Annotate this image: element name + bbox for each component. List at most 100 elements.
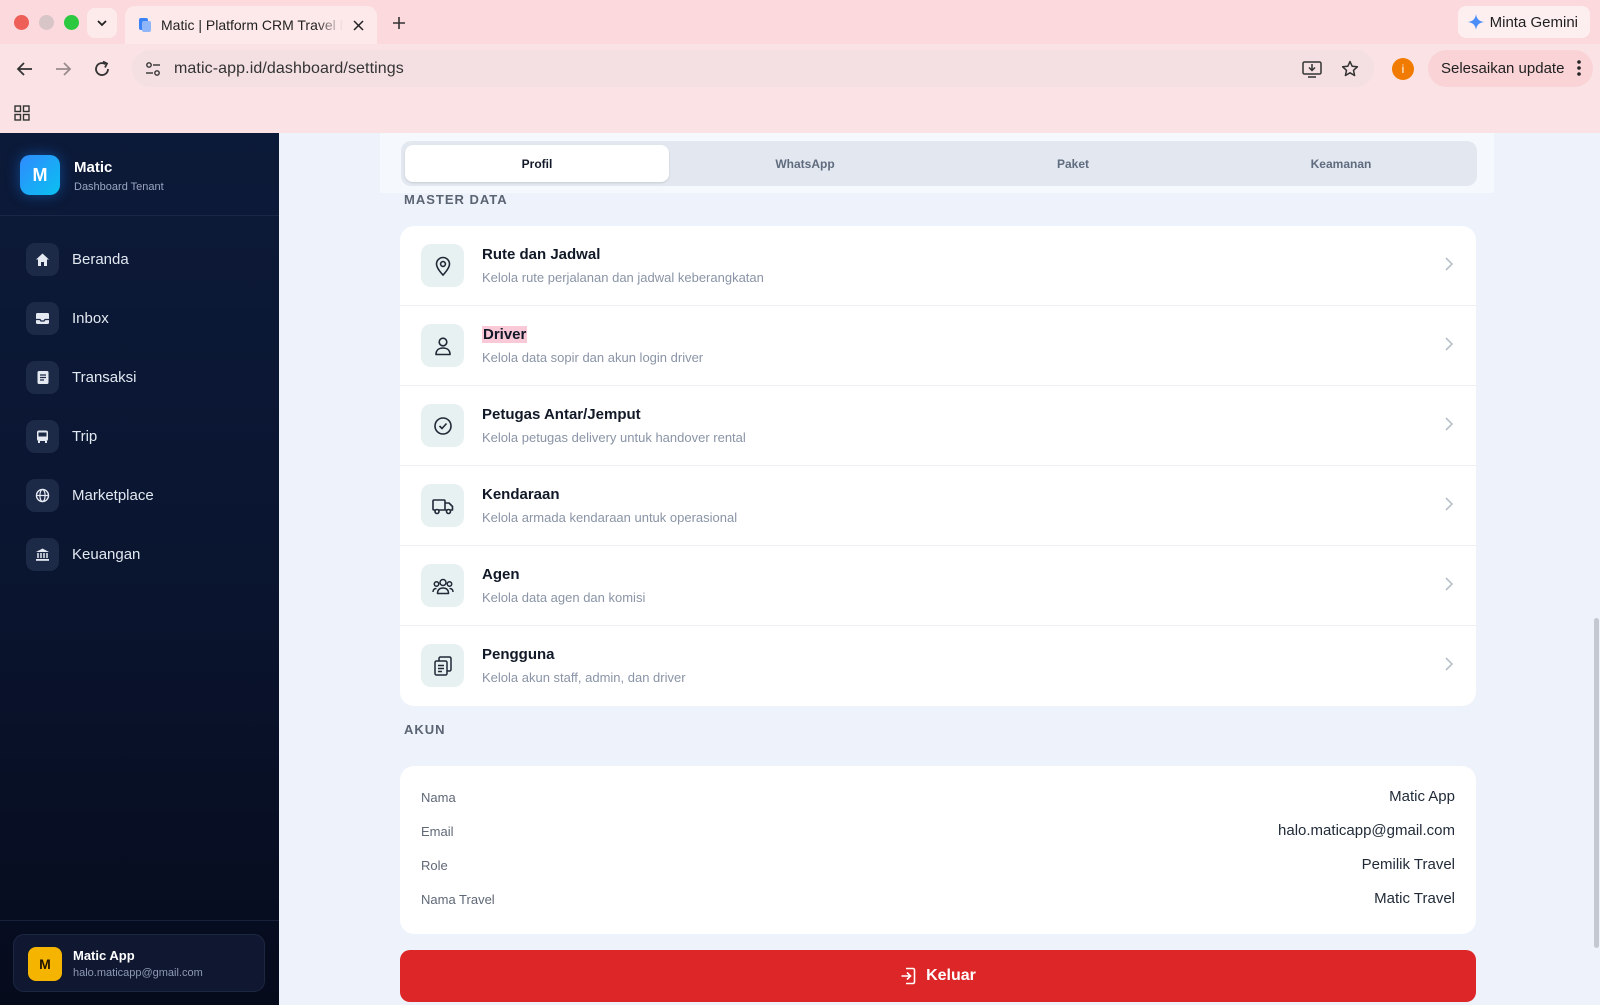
row-subtitle: Kelola data agen dan komisi: [482, 590, 646, 605]
settings-tabs: Profil WhatsApp Paket Keamanan: [401, 141, 1477, 186]
chevron-down-icon: [97, 20, 107, 27]
sparkle-icon: [1467, 14, 1484, 30]
sidebar-item-transaksi[interactable]: Transaksi: [0, 355, 279, 399]
page-scrollbar[interactable]: [1592, 133, 1600, 1005]
tab-keamanan[interactable]: Keamanan: [1209, 145, 1473, 182]
scrollbar-thumb[interactable]: [1594, 618, 1599, 948]
browser-tab[interactable]: Matic | Platform CRM Travel Dashboard: [125, 6, 377, 44]
settings-tabs-bar: Profil WhatsApp Paket Keamanan: [380, 133, 1494, 193]
logout-icon: [901, 967, 916, 985]
row-title: Petugas Antar/Jemput: [482, 406, 641, 423]
row-subtitle: Kelola rute perjalanan dan jadwal kebera…: [482, 270, 764, 285]
chevron-right-icon: [1445, 417, 1454, 431]
sidebar-item-label: Transaksi: [72, 368, 137, 386]
bank-icon: [26, 537, 59, 571]
update-button[interactable]: Selesaikan update: [1428, 50, 1593, 87]
sidebar-item-beranda[interactable]: Beranda: [0, 237, 279, 281]
apps-grid-icon[interactable]: [14, 105, 30, 121]
account-field-label: Nama: [421, 790, 456, 805]
reload-button[interactable]: [90, 57, 114, 81]
tab-close-button[interactable]: [349, 16, 367, 34]
account-field-label: Email: [421, 824, 454, 839]
tab-title: Matic | Platform CRM Travel Dashboard: [161, 17, 343, 33]
account-field-value: Matic App: [1389, 788, 1455, 805]
map-pin-icon: [421, 244, 464, 287]
brand-subtitle: Dashboard Tenant: [74, 181, 164, 193]
sidebar-item-trip[interactable]: Trip: [0, 414, 279, 458]
master-item-petugas[interactable]: Petugas Antar/Jemput Kelola petugas deli…: [400, 386, 1476, 466]
chevron-right-icon: [1445, 577, 1454, 591]
maximize-window-button[interactable]: [64, 15, 79, 30]
account-field-value: halo.maticapp@gmail.com: [1278, 822, 1455, 839]
sidebar: M Matic Dashboard Tenant Beranda Inbox T…: [0, 133, 279, 1005]
brand-name: Matic: [74, 159, 113, 176]
back-button[interactable]: [13, 57, 37, 81]
tab-profil[interactable]: Profil: [405, 145, 669, 182]
globe-icon: [26, 478, 59, 512]
user-icon: [421, 324, 464, 367]
chevron-right-icon: [1445, 257, 1454, 271]
settings-main: Profil WhatsApp Paket Keamanan MASTER DA…: [279, 133, 1600, 1005]
bus-icon: [26, 419, 59, 453]
profile-avatar[interactable]: i: [1392, 58, 1414, 80]
chevron-right-icon: [1445, 337, 1454, 351]
browser-chrome: Matic | Platform CRM Travel Dashboard Mi…: [0, 0, 1600, 133]
tab-paket[interactable]: Paket: [941, 145, 1205, 182]
sidebar-item-label: Keuangan: [72, 545, 141, 563]
master-item-rute[interactable]: Rute dan Jadwal Kelola rute perjalanan d…: [400, 226, 1476, 306]
user-email: halo.maticapp@gmail.com: [73, 967, 203, 979]
close-window-button[interactable]: [14, 15, 29, 30]
more-vertical-icon: [1577, 60, 1581, 76]
arrow-left-icon: [16, 62, 32, 76]
sidebar-item-label: Marketplace: [72, 486, 154, 504]
tab-search-button[interactable]: [87, 8, 117, 38]
row-subtitle: Kelola petugas delivery untuk handover r…: [482, 430, 746, 445]
address-bar[interactable]: matic-app.id/dashboard/settings: [132, 50, 1374, 87]
master-item-driver[interactable]: Driver Kelola data sopir dan akun login …: [400, 306, 1476, 386]
users-icon: [421, 564, 464, 607]
chevron-right-icon: [1445, 497, 1454, 511]
row-title: Kendaraan: [482, 486, 560, 503]
row-title: Pengguna: [482, 646, 555, 663]
sidebar-item-marketplace[interactable]: Marketplace: [0, 473, 279, 517]
master-item-agen[interactable]: Agen Kelola data agen dan komisi: [400, 546, 1476, 626]
sidebar-item-keuangan[interactable]: Keuangan: [0, 532, 279, 576]
account-row-role: Role Pemilik Travel: [421, 855, 1455, 877]
tab-whatsapp[interactable]: WhatsApp: [673, 145, 937, 182]
clipboard-icon: [421, 644, 464, 687]
row-title: Rute dan Jadwal: [482, 246, 601, 263]
logout-button[interactable]: Keluar: [400, 950, 1476, 1002]
master-item-kendaraan[interactable]: Kendaraan Kelola armada kendaraan untuk …: [400, 466, 1476, 546]
row-title: Driver: [482, 326, 528, 343]
master-data-label: MASTER DATA: [404, 192, 508, 207]
minimize-window-button[interactable]: [39, 15, 54, 30]
avatar: M: [28, 947, 62, 981]
row-subtitle: Kelola data sopir dan akun login driver: [482, 350, 704, 365]
user-card[interactable]: M Matic App halo.maticapp@gmail.com: [13, 934, 265, 992]
update-label: Selesaikan update: [1441, 60, 1565, 77]
forward-button[interactable]: [51, 57, 75, 81]
account-row-email: Email halo.maticapp@gmail.com: [421, 821, 1455, 843]
sidebar-item-inbox[interactable]: Inbox: [0, 296, 279, 340]
brand-logo: M: [20, 155, 60, 195]
site-settings-icon[interactable]: [142, 58, 164, 80]
master-item-pengguna[interactable]: Pengguna Kelola akun staff, admin, dan d…: [400, 626, 1476, 706]
account-field-label: Nama Travel: [421, 892, 495, 907]
new-tab-button[interactable]: [388, 12, 410, 34]
chevron-right-icon: [1445, 657, 1454, 671]
check-circle-icon: [421, 404, 464, 447]
install-app-icon[interactable]: [1300, 57, 1324, 81]
logout-label: Keluar: [926, 967, 976, 984]
arrow-right-icon: [56, 62, 72, 76]
gemini-button[interactable]: Minta Gemini: [1457, 6, 1590, 38]
reload-icon: [95, 60, 109, 76]
row-title: Agen: [482, 566, 520, 583]
sidebar-divider: [0, 920, 279, 921]
browser-toolbar: matic-app.id/dashboard/settings i Selesa…: [0, 44, 1600, 94]
document-icon: [26, 360, 59, 394]
url-text: matic-app.id/dashboard/settings: [174, 59, 404, 77]
star-icon[interactable]: [1338, 57, 1362, 81]
home-icon: [26, 242, 59, 276]
account-field-value: Matic Travel: [1374, 890, 1455, 907]
account-label: AKUN: [404, 722, 446, 737]
